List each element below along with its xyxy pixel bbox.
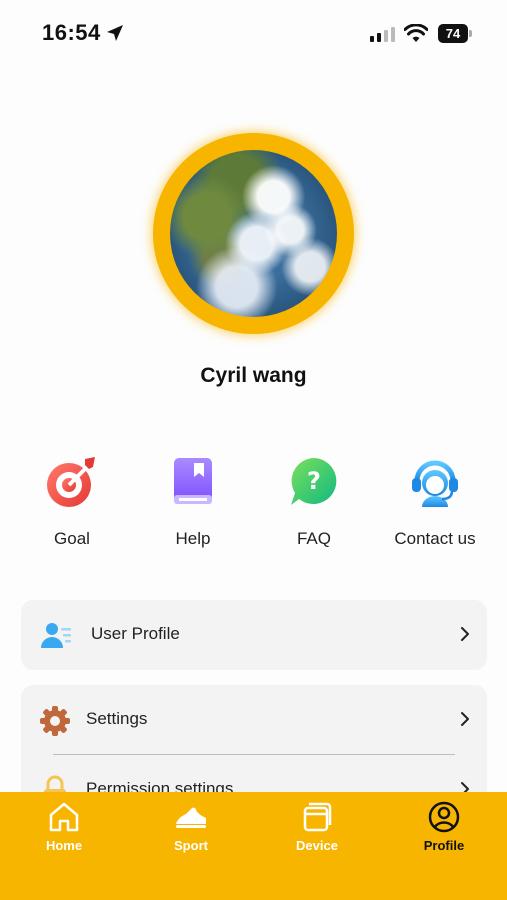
user-profile-icon bbox=[41, 623, 71, 648]
question-bubble-icon: ? bbox=[291, 458, 337, 505]
battery-icon: 74 bbox=[438, 24, 472, 43]
tab-sport[interactable]: Sport bbox=[141, 800, 241, 853]
status-time: 16:54 bbox=[42, 20, 101, 45]
menu-item-user-profile-label: User Profile bbox=[91, 624, 180, 643]
battery-level: 74 bbox=[445, 26, 461, 41]
avatar-ring[interactable] bbox=[153, 133, 354, 334]
tab-sport-label: Sport bbox=[174, 838, 208, 853]
status-bar: 16:54 74 bbox=[0, 0, 507, 70]
device-icon bbox=[303, 802, 332, 832]
quick-action-goal[interactable]: Goal bbox=[12, 455, 132, 549]
tab-home-label: Home bbox=[45, 838, 83, 853]
wifi-icon bbox=[404, 24, 428, 42]
home-icon bbox=[49, 802, 79, 832]
chevron-right-icon bbox=[461, 712, 469, 726]
tab-profile-label: Profile bbox=[423, 838, 465, 853]
tab-bar: Home Sport Device Profile bbox=[0, 792, 507, 900]
gear-icon bbox=[40, 706, 70, 736]
profile-screen: 16:54 74 Cyril wang Goal Help ? FAQ Cont… bbox=[0, 0, 507, 900]
quick-action-goal-label: Goal bbox=[54, 529, 90, 548]
quick-action-faq[interactable]: ? FAQ bbox=[254, 455, 374, 549]
menu-item-settings[interactable]: Settings bbox=[21, 685, 487, 755]
tab-profile[interactable]: Profile bbox=[394, 800, 494, 853]
sneaker-icon bbox=[176, 807, 206, 828]
menu-item-user-profile[interactable]: User Profile bbox=[21, 600, 487, 670]
tab-home[interactable]: Home bbox=[14, 800, 114, 853]
location-arrow-icon bbox=[107, 25, 123, 41]
quick-action-help[interactable]: Help bbox=[133, 455, 253, 549]
user-name: Cyril wang bbox=[200, 364, 307, 387]
quick-action-contact-us-label: Contact us bbox=[394, 529, 476, 548]
target-icon bbox=[47, 457, 95, 507]
profile-icon bbox=[428, 801, 460, 833]
quick-action-help-label: Help bbox=[175, 529, 211, 548]
cellular-signal-icon bbox=[370, 27, 395, 42]
book-icon bbox=[174, 458, 212, 504]
tab-device[interactable]: Device bbox=[267, 800, 367, 853]
svg-text:?: ? bbox=[307, 467, 321, 495]
quick-action-contact-us[interactable]: Contact us bbox=[375, 455, 495, 549]
chevron-right-icon bbox=[461, 627, 469, 641]
menu-item-settings-label: Settings bbox=[86, 709, 148, 728]
user-profile-card: User Profile bbox=[21, 600, 487, 670]
tab-device-label: Device bbox=[296, 838, 338, 853]
avatar[interactable] bbox=[170, 150, 337, 317]
headset-icon bbox=[412, 460, 458, 507]
quick-action-faq-label: FAQ bbox=[296, 529, 331, 548]
